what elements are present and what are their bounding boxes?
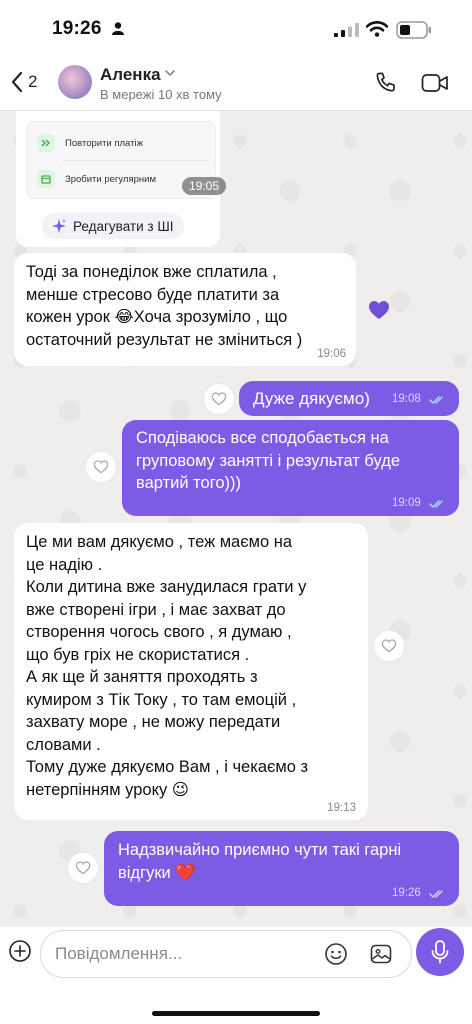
message-text: Це ми вам дякуємо , теж маємо на це наді… <box>26 533 309 799</box>
message-time: 19:08 <box>392 393 421 405</box>
voice-message-button[interactable] <box>416 928 464 976</box>
message-input[interactable]: Повідомлення... <box>40 930 412 978</box>
calendar-icon <box>37 170 55 188</box>
back-button[interactable]: 2 <box>10 71 37 93</box>
heart-outline-icon <box>75 861 91 875</box>
person-icon <box>112 22 124 35</box>
message-text: Дуже дякуємо) <box>253 389 370 408</box>
heart-outline-icon <box>381 639 397 653</box>
message-time: 19:26 <box>392 887 421 899</box>
edit-with-ai-label: Редагувати з ШІ <box>73 218 174 234</box>
sparkle-icon <box>52 219 66 233</box>
message-bubble-incoming[interactable]: Тоді за понеділок вже сплатила , менше с… <box>14 253 356 366</box>
message-text: Сподіваюсь все сподобається на груповому… <box>136 429 401 492</box>
heart-reaction-icon[interactable] <box>368 300 390 320</box>
read-receipt-icon <box>429 500 443 509</box>
battery-icon <box>396 21 431 39</box>
avatar[interactable] <box>58 65 92 99</box>
message-bubble-outgoing[interactable]: Дуже дякуємо) 19:08 <box>239 381 459 416</box>
card-row-regular: Зробити регулярним <box>37 170 156 188</box>
heart-outline-icon <box>93 460 109 474</box>
video-call-icon[interactable] <box>421 73 449 93</box>
chat-header: 2 Аленка В мережі 10 хв тому <box>0 58 472 111</box>
message-bubble-outgoing[interactable]: Надзвичайно приємно чути такі гарні відг… <box>104 831 459 906</box>
plus-icon[interactable] <box>8 939 32 963</box>
delivered-receipt-icon <box>429 890 443 899</box>
card-row-label: Зробити регулярним <box>65 173 156 185</box>
phone-call-icon[interactable] <box>374 71 398 95</box>
divider <box>63 160 209 161</box>
message-time: 19:05 <box>182 177 227 195</box>
status-time: 19:26 <box>52 18 102 39</box>
contact-status: В мережі 10 хв тому <box>100 87 222 102</box>
like-button[interactable] <box>374 631 404 661</box>
card-row-repeat: Повторити платіж <box>37 134 143 152</box>
payment-preview-card[interactable]: Повторити платіж Зробити регулярним 19:0… <box>16 111 227 247</box>
gallery-icon[interactable] <box>369 942 393 966</box>
message-bubble-incoming[interactable]: Це ми вам дякуємо , теж маємо на це наді… <box>14 523 368 820</box>
like-button[interactable] <box>86 452 116 482</box>
edit-with-ai-button[interactable]: Редагувати з ШІ <box>42 213 185 239</box>
cellular-signal-icon <box>334 23 359 37</box>
home-indicator <box>152 1011 320 1016</box>
wifi-icon <box>366 21 388 37</box>
message-time: 19:13 <box>327 802 356 814</box>
heart-outline-icon <box>211 392 227 406</box>
chat-area[interactable]: Повторити платіж Зробити регулярним 19:0… <box>0 111 472 927</box>
message-time: 19:06 <box>317 348 346 360</box>
message-input-bar: Повідомлення... <box>0 927 472 1024</box>
emoji-icon[interactable] <box>324 942 348 966</box>
like-button[interactable] <box>68 853 98 883</box>
unread-count: 2 <box>28 72 38 91</box>
message-time: 19:09 <box>392 497 421 509</box>
microphone-icon <box>431 940 449 964</box>
message-input-placeholder: Повідомлення... <box>55 944 183 963</box>
card-row-label: Повторити платіж <box>65 137 143 149</box>
message-text: Тоді за понеділок вже сплатила , менше с… <box>26 263 303 349</box>
contact-name[interactable]: Аленка <box>100 65 161 85</box>
chevron-down-icon[interactable] <box>165 69 175 77</box>
message-text: Надзвичайно приємно чути такі гарні відг… <box>118 841 402 882</box>
chevron-left-icon <box>11 71 23 93</box>
repeat-icon <box>37 134 55 152</box>
status-bar: 19:26 <box>0 0 472 58</box>
like-button[interactable] <box>204 384 234 414</box>
message-bubble-outgoing[interactable]: Сподіваюсь все сподобається на груповому… <box>122 420 459 516</box>
read-receipt-icon <box>429 396 443 405</box>
